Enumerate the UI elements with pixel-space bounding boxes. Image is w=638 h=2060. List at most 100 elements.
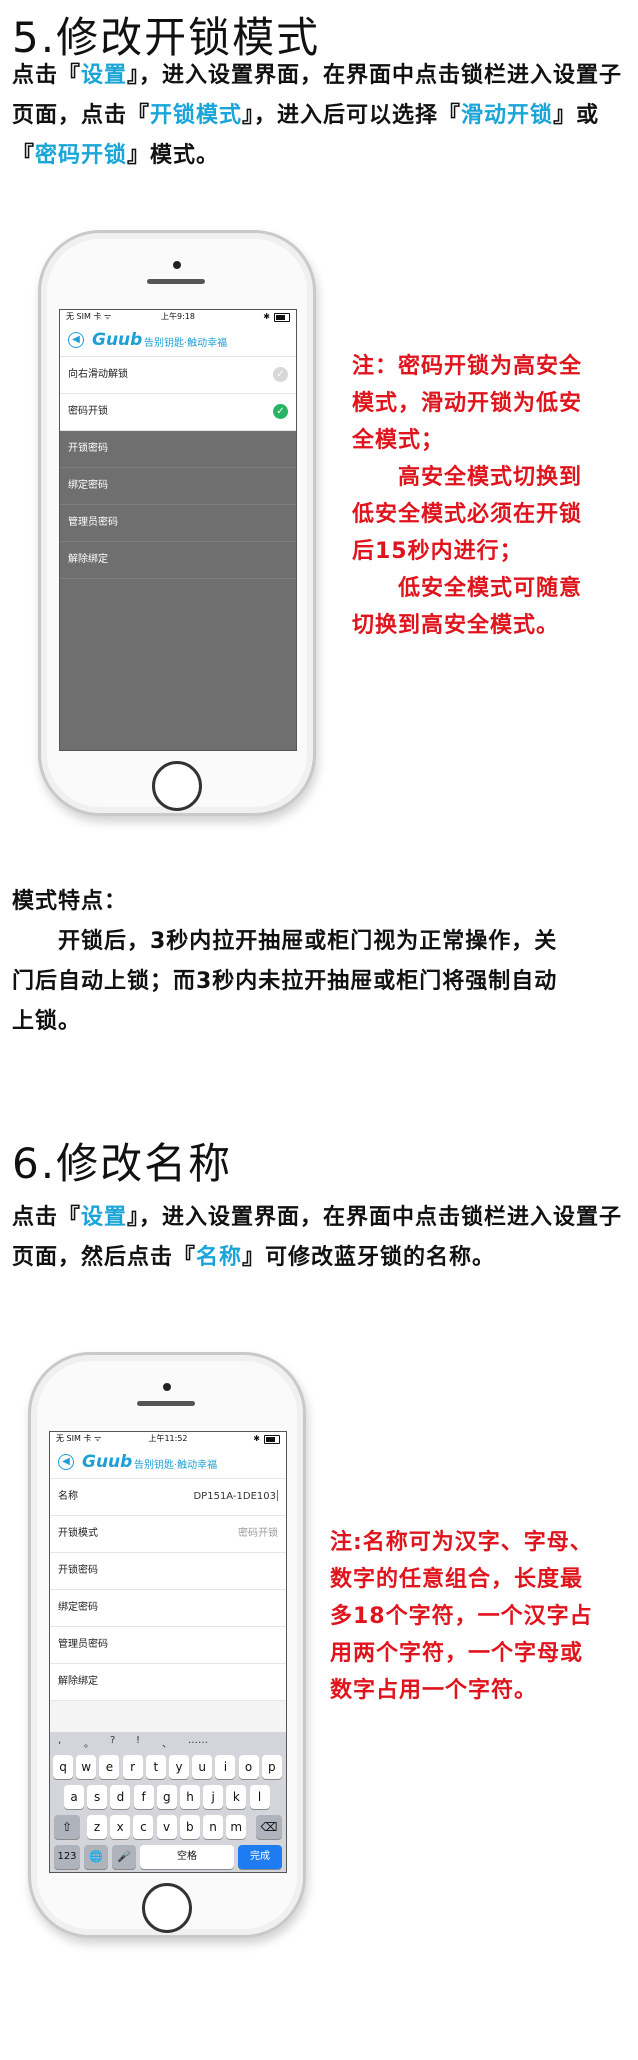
back-icon[interactable]: ◀ — [58, 1454, 74, 1470]
menu-item-admin-password: 管理员密码 — [60, 505, 296, 542]
home-button[interactable] — [152, 761, 202, 811]
key-d[interactable]: d — [110, 1785, 131, 1809]
text-line: 门后自动上锁；而3秒内未拉开抽屉或柜门将强制自动 — [12, 969, 558, 994]
key-f[interactable]: f — [133, 1785, 154, 1809]
space-key[interactable]: 空格 — [140, 1845, 234, 1869]
app-slogan: 告别钥匙·触动幸福 — [134, 1460, 218, 1471]
nav-bar: ◀ Guub 告别钥匙·触动幸福 — [50, 1446, 286, 1479]
check-icon-on: ✓ — [273, 404, 288, 419]
menu-item-bind-password: 绑定密码 — [60, 468, 296, 505]
text-segment: 点击『 — [12, 1205, 82, 1230]
suggestion-item[interactable]: …… — [188, 1735, 208, 1746]
text-line: 低安全模式可随意 — [352, 576, 583, 601]
text-line: 后15秒内进行； — [352, 539, 523, 564]
key-j[interactable]: j — [203, 1785, 224, 1809]
text-line: 低安全模式必须在开锁 — [352, 502, 583, 527]
unlock-mode-row[interactable]: 开锁模式 密码开锁 — [50, 1516, 286, 1553]
menu-item-unlock-password[interactable]: 开锁密码 — [50, 1553, 286, 1590]
mode-label: 开锁模式 — [58, 1528, 98, 1539]
name-row[interactable]: 名称 DP151A-1DE103 — [50, 1479, 286, 1516]
numbers-key[interactable]: 123 — [54, 1845, 80, 1869]
key-z[interactable]: z — [87, 1815, 107, 1839]
suggestion-item[interactable]: ? — [110, 1735, 115, 1746]
dimmed-overlay — [60, 579, 296, 750]
text-line: 多18个字符，一个汉字占 — [330, 1604, 593, 1629]
key-c[interactable]: c — [133, 1815, 154, 1839]
key-s[interactable]: s — [87, 1785, 108, 1809]
key-k[interactable]: k — [226, 1785, 247, 1809]
keyboard: , 。?! 、 …… qwertyuiop asdfghjkl ⇧ ⌫ zxcvbnm… — [50, 1732, 286, 1872]
app-slogan: 告别钥匙·触动幸福 — [144, 338, 228, 349]
phone-screen: 无 SIM 卡 ᯤ 上午9:18 ✱ ◀ Guub 告别钥匙·触动幸福 向右滑动… — [59, 309, 297, 751]
speaker-grille — [147, 279, 205, 284]
key-i[interactable]: i — [215, 1755, 236, 1779]
microphone-icon[interactable]: 🎤 — [112, 1845, 136, 1869]
features-title: 模式特点： — [12, 889, 128, 914]
shift-key[interactable]: ⇧ — [54, 1815, 80, 1839]
option-label: 密码开锁 — [68, 406, 108, 417]
key-o[interactable]: o — [238, 1755, 259, 1779]
delete-key[interactable]: ⌫ — [256, 1815, 282, 1839]
home-button[interactable] — [142, 1883, 192, 1933]
key-n[interactable]: n — [203, 1815, 223, 1839]
option-password-unlock[interactable]: 密码开锁 ✓ — [60, 394, 296, 431]
battery-icon — [264, 1435, 280, 1444]
text-line: 开锁后，3秒内拉开抽屉或柜门视为正常操作，关 — [12, 929, 558, 954]
key-m[interactable]: m — [226, 1815, 247, 1839]
text-line: 上锁。 — [12, 1009, 82, 1034]
mode-value: 密码开锁 — [238, 1528, 278, 1539]
menu-item-bind-password[interactable]: 绑定密码 — [50, 1590, 286, 1627]
text-segment: 』，进入后可以选择『 — [242, 103, 462, 128]
front-camera — [163, 1383, 171, 1391]
check-icon-off: ✓ — [273, 367, 288, 382]
done-key[interactable]: 完成 — [238, 1845, 282, 1869]
suggestion-item[interactable]: 、 — [162, 1735, 172, 1750]
menu-label: 管理员密码 — [68, 517, 118, 528]
key-x[interactable]: x — [110, 1815, 131, 1839]
menu-label: 解除绑定 — [58, 1676, 98, 1687]
back-icon[interactable]: ◀ — [68, 332, 84, 348]
suggestion-item[interactable]: , — [58, 1735, 61, 1746]
key-e[interactable]: e — [99, 1755, 120, 1779]
key-r[interactable]: r — [122, 1755, 143, 1779]
key-u[interactable]: u — [192, 1755, 213, 1779]
suggestion-item[interactable]: 。 — [84, 1735, 94, 1750]
section6-heading: 6.修改名称 — [12, 1139, 233, 1188]
key-y[interactable]: y — [169, 1755, 189, 1779]
key-a[interactable]: a — [64, 1785, 84, 1809]
text-line: 切换到高安全模式。 — [352, 613, 560, 638]
front-camera — [173, 261, 181, 269]
menu-label: 绑定密码 — [68, 480, 108, 491]
menu-item-unbind[interactable]: 解除绑定 — [50, 1664, 286, 1701]
name-input[interactable]: DP151A-1DE103 — [193, 1479, 278, 1515]
text-line: 注：密码开锁为高安全 — [352, 354, 583, 379]
phone-frame: 无 SIM 卡 ᯤ 上午11:52 ✱ ◀ Guub 告别钥匙·触动幸福 名称 … — [28, 1352, 306, 1938]
text-segment: 』模式。 — [127, 143, 220, 168]
key-row-3: ⇧ ⌫ zxcvbnm — [50, 1812, 286, 1842]
menu-item-admin-password[interactable]: 管理员密码 — [50, 1627, 286, 1664]
globe-icon[interactable]: 🌐 — [84, 1845, 108, 1869]
suggestion-item[interactable]: ! — [136, 1735, 140, 1746]
clock-label: 上午11:52 — [148, 1434, 188, 1443]
bluetooth-icon: ✱ — [263, 312, 270, 321]
key-v[interactable]: v — [156, 1815, 177, 1839]
option-swipe-unlock[interactable]: 向右滑动解锁 ✓ — [60, 357, 296, 394]
name-label: 名称 — [58, 1491, 78, 1502]
text-line: 数字占用一个字符。 — [330, 1678, 538, 1703]
text-line: 用两个字符，一个字母或 — [330, 1641, 584, 1666]
text-line: 高安全模式切换到 — [352, 465, 583, 490]
key-q[interactable]: q — [53, 1755, 73, 1779]
key-l[interactable]: l — [249, 1785, 270, 1809]
highlighted-term: 设置 — [81, 63, 128, 88]
key-g[interactable]: g — [156, 1785, 177, 1809]
status-bar: 无 SIM 卡 ᯤ 上午9:18 ✱ — [60, 310, 296, 324]
speaker-grille — [137, 1401, 195, 1406]
key-w[interactable]: w — [76, 1755, 97, 1779]
menu-label: 开锁密码 — [58, 1565, 98, 1576]
key-h[interactable]: h — [180, 1785, 200, 1809]
key-b[interactable]: b — [179, 1815, 200, 1839]
key-p[interactable]: p — [261, 1755, 282, 1779]
menu-item-unbind: 解除绑定 — [60, 542, 296, 579]
clock-label: 上午9:18 — [161, 312, 195, 321]
key-t[interactable]: t — [145, 1755, 166, 1779]
